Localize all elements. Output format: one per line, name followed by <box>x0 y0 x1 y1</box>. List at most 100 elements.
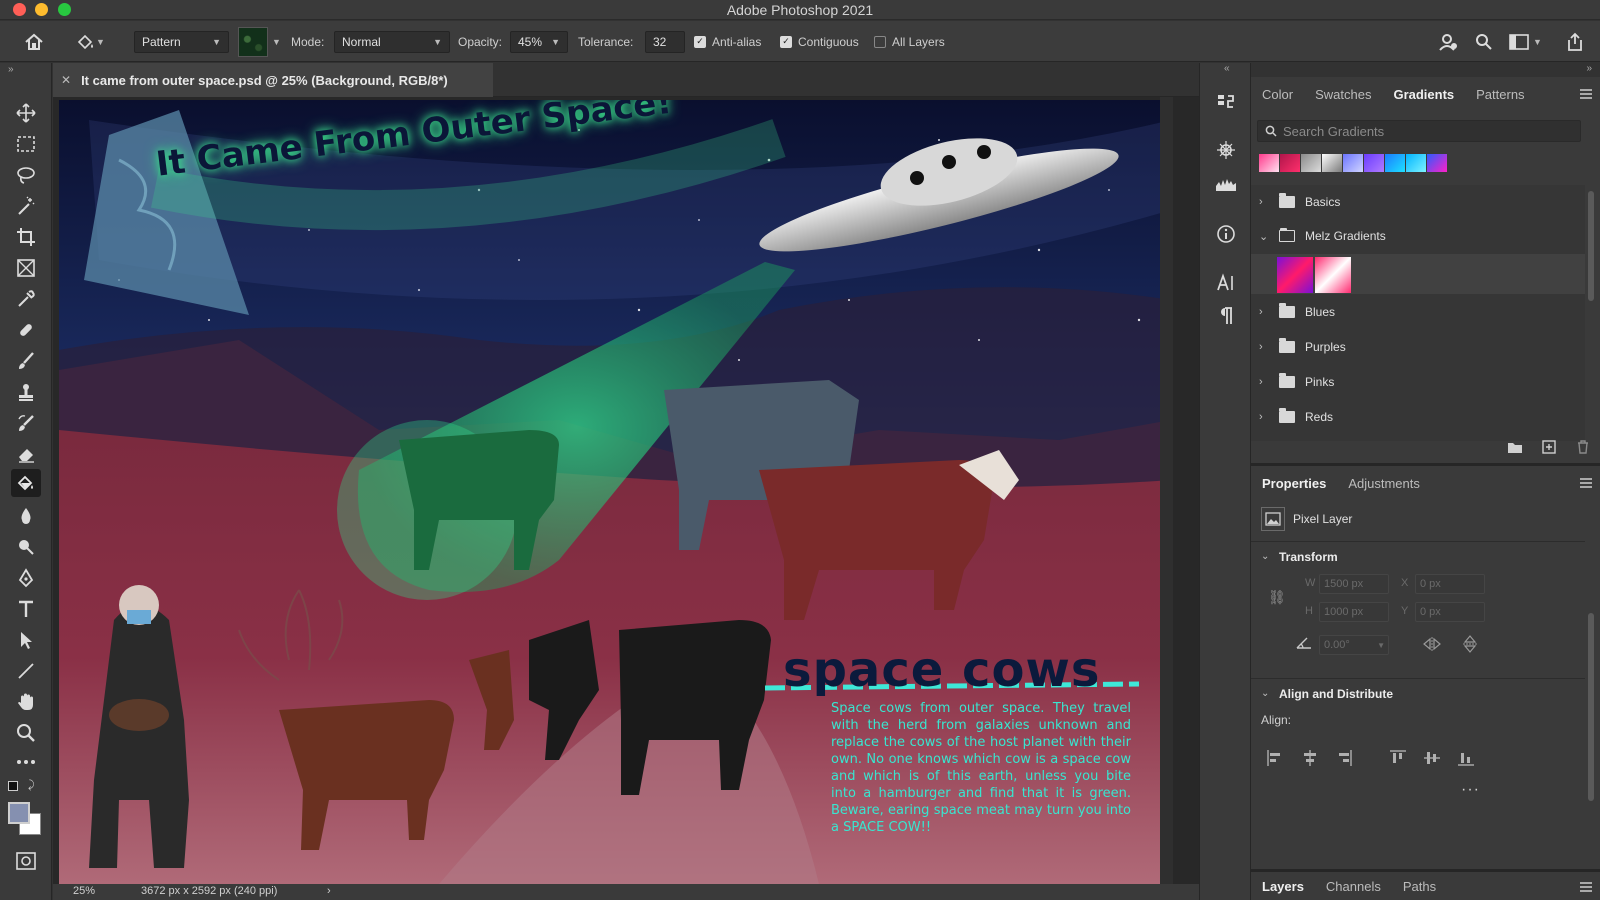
align-horizontal-centers-icon[interactable] <box>1301 749 1319 767</box>
flip-horizontal-icon[interactable] <box>1423 637 1441 654</box>
height-field[interactable]: 1000 px <box>1319 602 1389 622</box>
workspace-chevron-icon[interactable]: ▼ <box>1533 37 1542 47</box>
gradient-preset-swatch[interactable] <box>1364 154 1384 172</box>
align-section-header[interactable]: ⌄ Align and Distribute <box>1251 678 1585 708</box>
gradient-group-melz[interactable]: ⌄ Melz Gradients <box>1251 219 1585 253</box>
info-panel-icon[interactable] <box>1213 221 1239 247</box>
link-dimensions-icon[interactable]: ⛓ <box>1268 589 1286 606</box>
magic-wand-tool-icon[interactable] <box>11 192 41 220</box>
gradient-preset-swatch[interactable] <box>1280 154 1300 172</box>
new-group-folder-icon[interactable] <box>1498 441 1532 454</box>
foreground-color-swatch[interactable] <box>8 802 30 824</box>
character-panel-icon[interactable] <box>1213 270 1239 296</box>
user-account-icon[interactable] <box>1434 28 1462 56</box>
pattern-picker-chevron-icon[interactable]: ▼ <box>272 37 281 47</box>
paragraph-panel-icon[interactable] <box>1213 303 1239 329</box>
chevron-down-icon[interactable]: ▼ <box>96 37 105 47</box>
tab-properties[interactable]: Properties <box>1251 466 1337 500</box>
tolerance-field[interactable]: 32 <box>645 30 685 53</box>
zoom-tool-icon[interactable] <box>11 719 41 747</box>
blur-tool-icon[interactable] <box>11 502 41 530</box>
tab-adjustments[interactable]: Adjustments <box>1337 466 1431 500</box>
pattern-swatch[interactable] <box>238 26 268 57</box>
gradients-scrollbar[interactable] <box>1587 185 1595 441</box>
flip-vertical-icon[interactable] <box>1463 635 1477 656</box>
share-icon[interactable] <box>1561 28 1589 56</box>
home-icon[interactable] <box>20 28 48 56</box>
histogram-panel-icon[interactable] <box>1213 171 1239 197</box>
tab-patterns[interactable]: Patterns <box>1465 77 1535 111</box>
adjustment-panel-icon[interactable] <box>1213 137 1239 163</box>
new-gradient-icon[interactable] <box>1532 440 1566 454</box>
gradient-group-pinks[interactable]: › Pinks <box>1251 365 1585 399</box>
more-tools-icon[interactable] <box>11 748 41 776</box>
brush-tool-icon[interactable] <box>11 347 41 375</box>
status-chevron-icon[interactable]: › <box>327 885 331 897</box>
swap-colors-icon[interactable]: ⤸ <box>28 779 35 792</box>
frame-tool-icon[interactable] <box>11 254 41 282</box>
history-brush-tool-icon[interactable] <box>11 409 41 437</box>
gradient-preset-swatch[interactable] <box>1406 154 1426 172</box>
gradient-search-input[interactable]: Search Gradients <box>1257 120 1581 142</box>
properties-panel-menu-icon[interactable] <box>1580 478 1592 488</box>
gradient-group-blues[interactable]: › Blues <box>1251 295 1585 329</box>
fill-source-dropdown[interactable]: Pattern ▼ <box>134 30 229 53</box>
gradient-thumb[interactable] <box>1315 257 1351 293</box>
tab-paths[interactable]: Paths <box>1392 869 1447 900</box>
gradient-preset-swatch[interactable] <box>1385 154 1405 172</box>
x-position-field[interactable]: 0 px <box>1415 574 1485 594</box>
gradient-group-reds[interactable]: › Reds <box>1251 400 1585 434</box>
more-options-icon[interactable]: ··· <box>1461 781 1480 799</box>
history-panel-icon[interactable] <box>1213 89 1239 115</box>
move-tool-icon[interactable] <box>11 99 41 127</box>
workspace-layout-icon[interactable] <box>1505 28 1533 56</box>
hand-tool-icon[interactable] <box>11 688 41 716</box>
paint-bucket-tool-icon[interactable] <box>11 469 41 497</box>
crop-tool-icon[interactable] <box>11 223 41 251</box>
zoom-level[interactable]: 25% <box>73 885 95 897</box>
search-icon[interactable] <box>1470 28 1498 56</box>
delete-gradient-icon[interactable] <box>1566 440 1600 454</box>
gradient-thumb[interactable] <box>1277 257 1313 293</box>
gradient-preset-swatch[interactable] <box>1343 154 1363 172</box>
tab-color[interactable]: Color <box>1251 77 1304 111</box>
contiguous-checkbox[interactable]: ✓ <box>780 35 792 48</box>
transform-section-header[interactable]: ⌄ Transform <box>1251 541 1585 571</box>
expand-dock-icon[interactable]: » <box>1586 63 1592 74</box>
type-tool-icon[interactable] <box>11 595 41 623</box>
pen-tool-icon[interactable] <box>11 564 41 592</box>
collapse-panels-icon[interactable]: « <box>1224 63 1230 74</box>
path-selection-tool-icon[interactable] <box>11 626 41 654</box>
blend-mode-dropdown[interactable]: Normal ▼ <box>334 30 450 53</box>
gradient-preset-swatch[interactable] <box>1301 154 1321 172</box>
angle-field[interactable]: 0.00° ▼ <box>1319 635 1389 655</box>
marquee-tool-icon[interactable] <box>11 130 41 158</box>
lasso-tool-icon[interactable] <box>11 161 41 189</box>
healing-brush-tool-icon[interactable] <box>11 316 41 344</box>
canvas-vertical-scrollbar[interactable] <box>1160 97 1173 884</box>
clone-stamp-tool-icon[interactable] <box>11 378 41 406</box>
line-tool-icon[interactable] <box>11 657 41 685</box>
gradients-panel-menu-icon[interactable] <box>1580 89 1592 99</box>
gradient-preset-swatch[interactable] <box>1427 154 1447 172</box>
reset-colors-icon[interactable] <box>8 781 18 791</box>
gradient-group-basics[interactable]: › Basics <box>1251 185 1585 219</box>
document-canvas[interactable]: It Came From Outer Space! space cows Spa… <box>59 100 1171 884</box>
tab-gradients[interactable]: Gradients <box>1382 77 1465 111</box>
layers-panel-menu-icon[interactable] <box>1580 882 1592 892</box>
eyedropper-tool-icon[interactable] <box>11 285 41 313</box>
quick-mask-icon[interactable] <box>11 847 41 875</box>
align-right-edges-icon[interactable] <box>1335 749 1353 767</box>
align-top-edges-icon[interactable] <box>1389 749 1407 767</box>
align-left-edges-icon[interactable] <box>1266 749 1284 767</box>
align-bottom-edges-icon[interactable] <box>1457 749 1475 767</box>
close-document-icon[interactable]: ✕ <box>61 73 71 87</box>
eraser-tool-icon[interactable] <box>11 440 41 468</box>
dodge-tool-icon[interactable] <box>11 533 41 561</box>
anti-alias-checkbox[interactable]: ✓ <box>694 35 706 48</box>
align-vertical-centers-icon[interactable] <box>1423 749 1441 767</box>
gradient-preset-swatch[interactable] <box>1259 154 1279 172</box>
opacity-field[interactable]: 45% ▼ <box>510 30 568 53</box>
y-position-field[interactable]: 0 px <box>1415 602 1485 622</box>
tab-layers[interactable]: Layers <box>1251 869 1315 900</box>
